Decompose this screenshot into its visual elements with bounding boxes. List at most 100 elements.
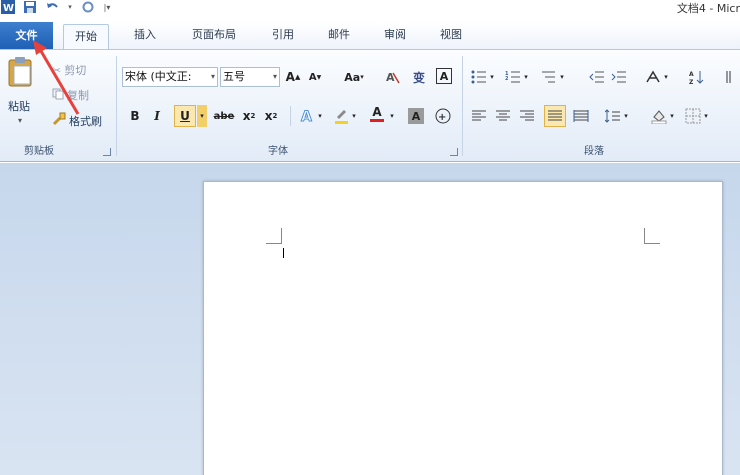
svg-text:+: + (438, 112, 446, 123)
cut-button[interactable]: ✂ 剪切 (52, 62, 86, 78)
text-effects-icon[interactable]: A (298, 107, 316, 125)
font-color-button[interactable]: A (368, 105, 386, 123)
scissors-icon: ✂ (52, 63, 62, 77)
undo-dropdown-icon[interactable]: ▾ (66, 0, 74, 14)
document-page[interactable] (203, 181, 723, 475)
multilevel-list-icon[interactable] (540, 68, 558, 86)
font-name-dropdown-icon: ▾ (210, 72, 215, 81)
tab-review[interactable]: 审阅 (378, 25, 412, 47)
character-shading-button[interactable]: A (408, 108, 424, 124)
title-bar: W ▾ |▾ 文档4 - Micr (0, 0, 740, 22)
copy-label: 复制 (67, 89, 89, 102)
grow-font-label: A (285, 70, 295, 84)
document-workspace (0, 163, 740, 475)
align-center-icon[interactable] (494, 107, 512, 125)
paragraph-group-label: 段落 (584, 146, 604, 157)
character-border-button[interactable]: A (436, 68, 452, 84)
shrink-font-label: A (308, 71, 317, 83)
numbering-dropdown-icon[interactable]: ▾ (522, 68, 530, 86)
tab-file[interactable]: 文件 (0, 22, 53, 49)
font-color-label: A (372, 105, 382, 119)
customize-qat-icon[interactable]: |▾ (102, 0, 112, 14)
font-name-value: 宋体 (中文正: (125, 70, 192, 83)
shading-icon[interactable] (650, 107, 668, 125)
paste-dropdown-icon[interactable]: ▾ (18, 116, 22, 125)
highlight-dropdown-icon[interactable]: ▾ (350, 107, 358, 125)
highlight-icon[interactable] (332, 107, 350, 125)
subscript-label: x (242, 109, 251, 123)
sort-icon[interactable]: AZ (688, 68, 706, 86)
subscript-button[interactable]: x2 (240, 107, 258, 125)
margin-mark-top-left (266, 228, 282, 244)
clear-format-icon[interactable]: A (384, 68, 402, 86)
align-right-icon[interactable] (518, 107, 536, 125)
svg-text:A: A (301, 109, 312, 124)
align-left-icon[interactable] (470, 107, 488, 125)
svg-text:W: W (3, 3, 14, 14)
distributed-icon[interactable] (572, 107, 590, 125)
text-effects-dropdown-icon[interactable]: ▾ (316, 107, 324, 125)
font-group-label: 字体 (268, 146, 288, 157)
paste-button[interactable]: 粘贴 (8, 98, 30, 114)
format-painter-label: 格式刷 (69, 114, 102, 128)
undo-icon[interactable] (44, 0, 60, 14)
font-size-value: 五号 (223, 70, 245, 83)
word-logo-icon: W (0, 0, 16, 14)
chinese-layout-dropdown-icon[interactable]: ▾ (662, 68, 670, 86)
save-icon[interactable] (22, 0, 38, 14)
group-divider (116, 56, 117, 156)
underline-button[interactable]: U (174, 105, 196, 127)
copy-button[interactable]: 复制 (52, 87, 89, 103)
multilevel-dropdown-icon[interactable]: ▾ (558, 68, 566, 86)
show-marks-icon[interactable] (718, 68, 736, 86)
copy-icon (52, 88, 64, 103)
decrease-indent-icon[interactable] (588, 68, 606, 86)
group-divider (462, 56, 463, 156)
shading-dropdown-icon[interactable]: ▾ (668, 107, 676, 125)
text-cursor (283, 248, 284, 258)
clipboard-launcher-icon[interactable] (103, 148, 111, 156)
enclose-characters-icon[interactable]: + (434, 107, 452, 125)
phonetic-guide-button[interactable]: 变 (410, 68, 428, 86)
numbering-icon[interactable]: 12 (504, 68, 522, 86)
tab-insert[interactable]: 插入 (128, 25, 162, 47)
bold-button[interactable]: B (126, 107, 144, 125)
tab-references[interactable]: 引用 (266, 25, 300, 47)
line-spacing-icon[interactable] (604, 107, 622, 125)
tab-home[interactable]: 开始 (63, 24, 109, 49)
borders-dropdown-icon[interactable]: ▾ (702, 107, 710, 125)
margin-mark-top-right (644, 228, 660, 244)
bullets-icon[interactable] (470, 68, 488, 86)
borders-icon[interactable] (684, 107, 702, 125)
tab-view[interactable]: 视图 (434, 25, 468, 47)
tab-mailings[interactable]: 邮件 (322, 25, 356, 47)
bullets-dropdown-icon[interactable]: ▾ (488, 68, 496, 86)
tab-page-layout[interactable]: 页面布局 (184, 25, 244, 47)
quick-access-toolbar: W ▾ |▾ (0, 0, 112, 14)
clipboard-group-label: 剪贴板 (24, 146, 54, 157)
shrink-font-button[interactable]: A ▼ (306, 68, 324, 86)
font-name-combo[interactable]: 宋体 (中文正: ▾ (122, 67, 218, 87)
line-spacing-dropdown-icon[interactable]: ▾ (622, 107, 630, 125)
grow-font-button[interactable]: A ▲ (284, 68, 302, 86)
superscript-button[interactable]: x2 (262, 107, 280, 125)
justify-icon[interactable] (544, 105, 566, 127)
ribbon: 粘贴 ▾ ✂ 剪切 复制 格式刷 剪贴板 宋体 (中文正: ▾ 五号 ▾ A ▲… (0, 49, 740, 162)
font-launcher-icon[interactable] (450, 148, 458, 156)
superscript-label: x (264, 109, 273, 123)
font-color-dropdown-icon[interactable]: ▾ (388, 107, 396, 125)
paintbrush-icon (52, 112, 66, 129)
chinese-layout-icon[interactable] (644, 68, 662, 86)
svg-text:Z: Z (689, 79, 694, 85)
redo-icon[interactable] (80, 0, 96, 14)
paste-icon[interactable] (6, 56, 36, 88)
underline-dropdown-icon[interactable]: ▾ (197, 105, 207, 127)
font-size-combo[interactable]: 五号 ▾ (220, 67, 280, 87)
format-painter-button[interactable]: 格式刷 (52, 112, 102, 129)
italic-button[interactable]: I (148, 107, 166, 125)
strikethrough-button[interactable]: abe (212, 107, 236, 125)
change-case-button[interactable]: Aa ▾ (340, 68, 368, 86)
increase-indent-icon[interactable] (610, 68, 628, 86)
svg-text:A: A (689, 71, 694, 78)
font-size-dropdown-icon: ▾ (272, 72, 277, 81)
